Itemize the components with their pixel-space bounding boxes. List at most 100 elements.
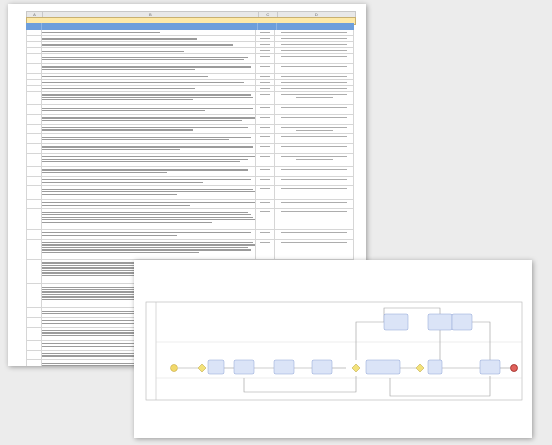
table-row — [26, 115, 354, 125]
requirement-cell — [255, 239, 275, 260]
description-cell — [42, 31, 257, 34]
text-line — [42, 96, 253, 98]
requirement-mark — [260, 188, 270, 190]
responsible-line — [281, 81, 347, 83]
table-row — [26, 124, 354, 135]
requirement-cell — [255, 54, 275, 64]
task-box — [427, 313, 453, 331]
responsible-line — [281, 44, 347, 46]
responsible-cell — [277, 200, 351, 209]
requirement-mark — [260, 231, 270, 233]
responsible-line — [281, 117, 347, 119]
row-number-cell — [27, 92, 42, 105]
text-line — [42, 234, 178, 236]
gateway — [415, 363, 425, 373]
row-number-cell — [27, 115, 42, 124]
task-box — [207, 359, 225, 375]
requirement-cell — [255, 85, 275, 92]
text-line — [42, 251, 199, 254]
text-line — [42, 221, 212, 223]
responsible-line — [281, 66, 347, 68]
text-line — [42, 129, 193, 131]
text-line — [42, 244, 255, 246]
requirement-mark — [260, 117, 270, 119]
text-line — [42, 107, 253, 109]
description-cell — [42, 93, 257, 103]
description-cell — [42, 201, 257, 208]
row-number-cell — [27, 64, 42, 73]
requirement-cell — [255, 124, 275, 134]
task-box — [273, 359, 295, 375]
requirement-mark — [260, 107, 270, 109]
responsible-cell — [277, 240, 351, 260]
responsible-line — [281, 146, 347, 148]
requirement-mark — [260, 44, 270, 46]
requirement-mark — [260, 66, 270, 68]
description-cell — [42, 49, 257, 52]
responsible-line — [281, 188, 347, 190]
text-line — [42, 136, 251, 138]
text-line — [42, 241, 253, 244]
task-box — [233, 359, 255, 375]
requirement-mark — [260, 94, 270, 96]
row-number-cell — [27, 85, 42, 92]
row-number-cell — [27, 48, 42, 54]
responsible-cell — [277, 177, 351, 186]
header-requirement — [258, 23, 277, 30]
row-number-cell — [27, 36, 42, 42]
text-line — [42, 161, 240, 163]
requirement-mark — [260, 201, 270, 203]
responsible-line — [281, 87, 347, 89]
start-event — [170, 364, 178, 372]
responsible-cell — [277, 86, 351, 91]
requirement-mark — [260, 155, 270, 157]
responsible-line — [295, 129, 333, 131]
requirement-cell — [255, 115, 275, 124]
requirement-cell — [255, 36, 275, 42]
responsible-line — [281, 169, 347, 171]
text-line — [42, 110, 206, 112]
requirement-cell — [255, 167, 275, 176]
description-cell — [42, 241, 257, 259]
requirement-cell — [255, 79, 275, 85]
responsible-line — [281, 75, 347, 77]
text-line — [42, 119, 242, 121]
requirement-cell — [255, 229, 275, 239]
row-number-cell — [27, 176, 42, 186]
requirement-cell — [255, 176, 275, 186]
text-line — [42, 32, 161, 34]
task-box — [311, 359, 333, 375]
description-cell — [42, 106, 257, 113]
description-cell — [42, 116, 257, 123]
header-description — [42, 23, 258, 30]
requirement-cell — [255, 199, 275, 209]
text-line — [42, 246, 249, 249]
description-cell — [42, 81, 257, 84]
row-number-cell — [27, 167, 42, 176]
process-flow-diagram — [145, 301, 523, 401]
responsible-cell — [277, 167, 351, 176]
responsible-cell — [277, 125, 351, 134]
responsible-cell — [277, 186, 351, 198]
text-line — [42, 171, 167, 174]
requirement-cell — [255, 105, 275, 115]
table-row — [26, 64, 354, 74]
row-number-cell — [27, 260, 42, 284]
responsible-cell — [277, 48, 351, 53]
text-line — [42, 146, 253, 148]
description-cell — [42, 210, 257, 228]
row-number-cell — [27, 186, 42, 199]
description-cell — [42, 126, 257, 133]
text-line — [42, 219, 255, 221]
responsible-cell — [277, 36, 351, 41]
row-number-cell — [27, 317, 42, 327]
text-line — [42, 94, 251, 96]
description-cell — [42, 75, 257, 78]
table-row — [26, 105, 354, 116]
text-line — [42, 158, 249, 160]
row-number-cell — [27, 42, 42, 48]
requirement-mark — [260, 75, 270, 77]
requirement-mark — [260, 146, 270, 148]
description-cell — [42, 37, 257, 40]
text-line — [42, 148, 180, 151]
